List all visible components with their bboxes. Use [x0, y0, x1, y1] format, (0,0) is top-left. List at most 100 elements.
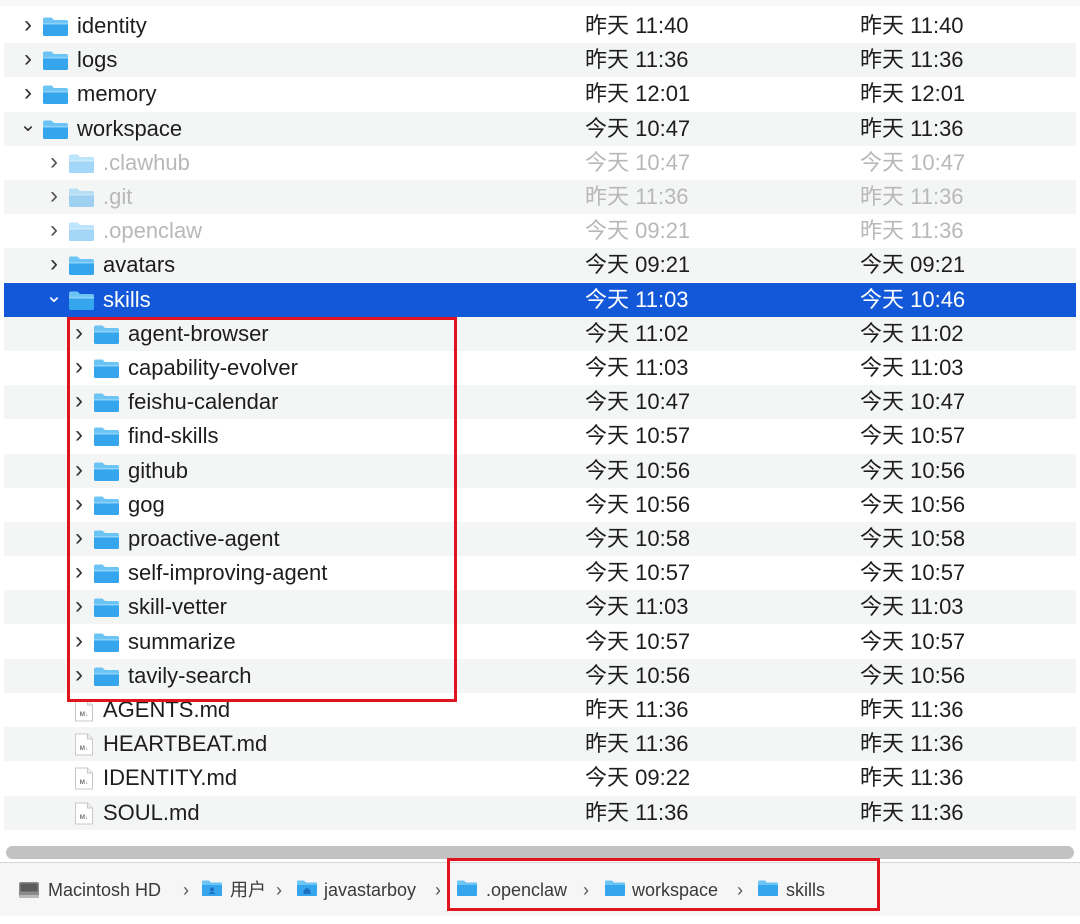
chevron-right-icon[interactable]: › — [69, 625, 89, 659]
folder-icon — [94, 530, 119, 549]
date-created: 今天 10:57 — [860, 629, 966, 654]
folder-row[interactable]: › github 今天 10:56 今天 10:56 — [4, 454, 1076, 488]
date-modified: 今天 10:57 — [585, 423, 691, 448]
date-modified: 今天 09:22 — [585, 765, 691, 790]
folder-row[interactable]: › agent-browser 今天 11:02 今天 11:02 — [4, 317, 1076, 351]
path-separator: › — [183, 880, 189, 900]
date-created: 今天 10:46 — [860, 287, 966, 312]
item-name: capability-evolver — [128, 355, 298, 380]
chevron-down-icon[interactable]: ⌄ — [18, 112, 38, 146]
date-modified: 昨天 11:40 — [585, 13, 689, 38]
date-modified: 昨天 11:36 — [585, 800, 689, 825]
folder-row[interactable]: › .git 昨天 11:36 昨天 11:36 — [4, 180, 1076, 214]
chevron-right-icon[interactable]: › — [69, 659, 89, 693]
date-modified: 今天 10:47 — [585, 150, 691, 175]
folder-icon — [94, 427, 119, 446]
file-row[interactable]: M↓ IDENTITY.md 今天 09:22 昨天 11:36 — [4, 761, 1076, 795]
folder-row[interactable]: › self-improving-agent 今天 10:57 今天 10:57 — [4, 556, 1076, 590]
folder-row[interactable]: › summarize 今天 10:57 今天 10:57 — [4, 625, 1076, 659]
folder-row[interactable]: › tavily-search 今天 10:56 今天 10:56 — [4, 659, 1076, 693]
finder-window: › identity 昨天 11:40 昨天 11:40 › logs 昨天 11:36 昨天… — [0, 0, 1080, 924]
date-created: 今天 11:02 — [860, 321, 964, 346]
folder-icon — [94, 667, 119, 686]
date-modified: 昨天 12:01 — [585, 81, 691, 106]
chevron-right-icon[interactable]: › — [18, 43, 38, 77]
folder-icon — [69, 188, 94, 207]
date-modified: 昨天 11:36 — [585, 731, 689, 756]
item-name: identity — [77, 13, 147, 38]
chevron-right-icon[interactable]: › — [69, 556, 89, 590]
folder-row[interactable]: › gog 今天 10:56 今天 10:56 — [4, 488, 1076, 522]
date-modified: 今天 09:21 — [585, 218, 691, 243]
home-folder-icon — [297, 880, 317, 896]
date-created: 昨天 11:36 — [860, 116, 964, 141]
date-modified: 昨天 11:36 — [585, 184, 689, 209]
item-name: .clawhub — [103, 150, 190, 175]
svg-text:M↓: M↓ — [80, 745, 89, 752]
horizontal-scrollbar[interactable] — [0, 843, 1080, 862]
folder-row[interactable]: › capability-evolver 今天 11:03 今天 11:03 — [4, 351, 1076, 385]
folder-icon — [457, 880, 477, 896]
file-row[interactable]: M↓ SOUL.md 昨天 11:36 昨天 11:36 — [4, 796, 1076, 830]
chevron-right-icon[interactable]: › — [69, 522, 89, 556]
folder-row[interactable]: › feishu-calendar 今天 10:47 今天 10:47 — [4, 385, 1076, 419]
folder-row[interactable]: › skill-vetter 今天 11:03 今天 11:03 — [4, 590, 1076, 624]
chevron-right-icon[interactable]: › — [69, 351, 89, 385]
folder-icon — [605, 880, 625, 896]
scrollbar-thumb[interactable] — [6, 846, 1074, 859]
item-name: HEARTBEAT.md — [103, 731, 268, 756]
svg-text:M↓: M↓ — [80, 814, 89, 821]
chevron-right-icon[interactable]: › — [69, 590, 89, 624]
chevron-right-icon[interactable]: › — [44, 214, 64, 248]
path-item[interactable]: Macintosh HD — [48, 863, 161, 917]
date-modified: 今天 09:21 — [585, 252, 691, 277]
date-created: 昨天 11:36 — [860, 765, 964, 790]
folder-row[interactable]: › avatars 今天 09:21 今天 09:21 — [4, 248, 1076, 282]
chevron-right-icon[interactable]: › — [44, 146, 64, 180]
item-name: logs — [77, 47, 118, 72]
folder-icon — [69, 291, 94, 310]
file-row[interactable]: M↓ AGENTS.md 昨天 11:36 昨天 11:36 — [4, 693, 1076, 727]
chevron-right-icon[interactable]: › — [69, 488, 89, 522]
chevron-down-icon[interactable]: ⌄ — [44, 283, 64, 317]
folder-icon — [94, 393, 119, 412]
path-item[interactable]: skills — [786, 863, 825, 917]
chevron-right-icon[interactable]: › — [44, 248, 64, 282]
folder-icon — [43, 85, 68, 104]
folder-row[interactable]: › memory 昨天 12:01 昨天 12:01 — [4, 77, 1076, 111]
chevron-right-icon[interactable]: › — [44, 180, 64, 214]
chevron-right-icon[interactable]: › — [18, 9, 38, 43]
folder-icon — [43, 17, 68, 36]
date-created: 今天 11:03 — [860, 355, 964, 380]
folder-row[interactable]: ⌄ workspace 今天 10:47 昨天 11:36 — [4, 112, 1076, 146]
folder-icon — [94, 462, 119, 481]
folder-row[interactable]: ⌄ skills 今天 11:03 今天 10:46 — [4, 283, 1076, 317]
file-row[interactable]: M↓ HEARTBEAT.md 昨天 11:36 昨天 11:36 — [4, 727, 1076, 761]
folder-icon — [94, 496, 119, 515]
folder-row[interactable]: › identity 昨天 11:40 昨天 11:40 — [4, 9, 1076, 43]
folder-row[interactable]: › proactive-agent 今天 10:58 今天 10:58 — [4, 522, 1076, 556]
markdown-file-icon: M↓ — [75, 733, 93, 756]
item-name: github — [128, 458, 188, 483]
folder-row[interactable]: › find-skills 今天 10:57 今天 10:57 — [4, 419, 1076, 453]
date-created: 昨天 11:36 — [860, 731, 964, 756]
chevron-right-icon[interactable]: › — [69, 454, 89, 488]
chevron-right-icon[interactable]: › — [69, 385, 89, 419]
folder-row[interactable]: › .openclaw 今天 09:21 昨天 11:36 — [4, 214, 1076, 248]
folder-icon — [94, 633, 119, 652]
item-name: proactive-agent — [128, 526, 280, 551]
date-created: 今天 10:56 — [860, 458, 966, 483]
chevron-right-icon[interactable]: › — [69, 419, 89, 453]
folder-icon — [94, 359, 119, 378]
path-item[interactable]: javastarboy — [324, 863, 416, 917]
chevron-right-icon[interactable]: › — [69, 317, 89, 351]
item-name: tavily-search — [128, 663, 252, 688]
path-item[interactable]: workspace — [632, 863, 718, 917]
chevron-right-icon[interactable]: › — [18, 77, 38, 111]
date-created: 今天 10:47 — [860, 389, 966, 414]
date-modified: 今天 10:56 — [585, 492, 691, 517]
folder-row[interactable]: › .clawhub 今天 10:47 今天 10:47 — [4, 146, 1076, 180]
path-item[interactable]: 用户 — [230, 863, 266, 917]
folder-row[interactable]: › logs 昨天 11:36 昨天 11:36 — [4, 43, 1076, 77]
path-item[interactable]: .openclaw — [486, 863, 567, 917]
